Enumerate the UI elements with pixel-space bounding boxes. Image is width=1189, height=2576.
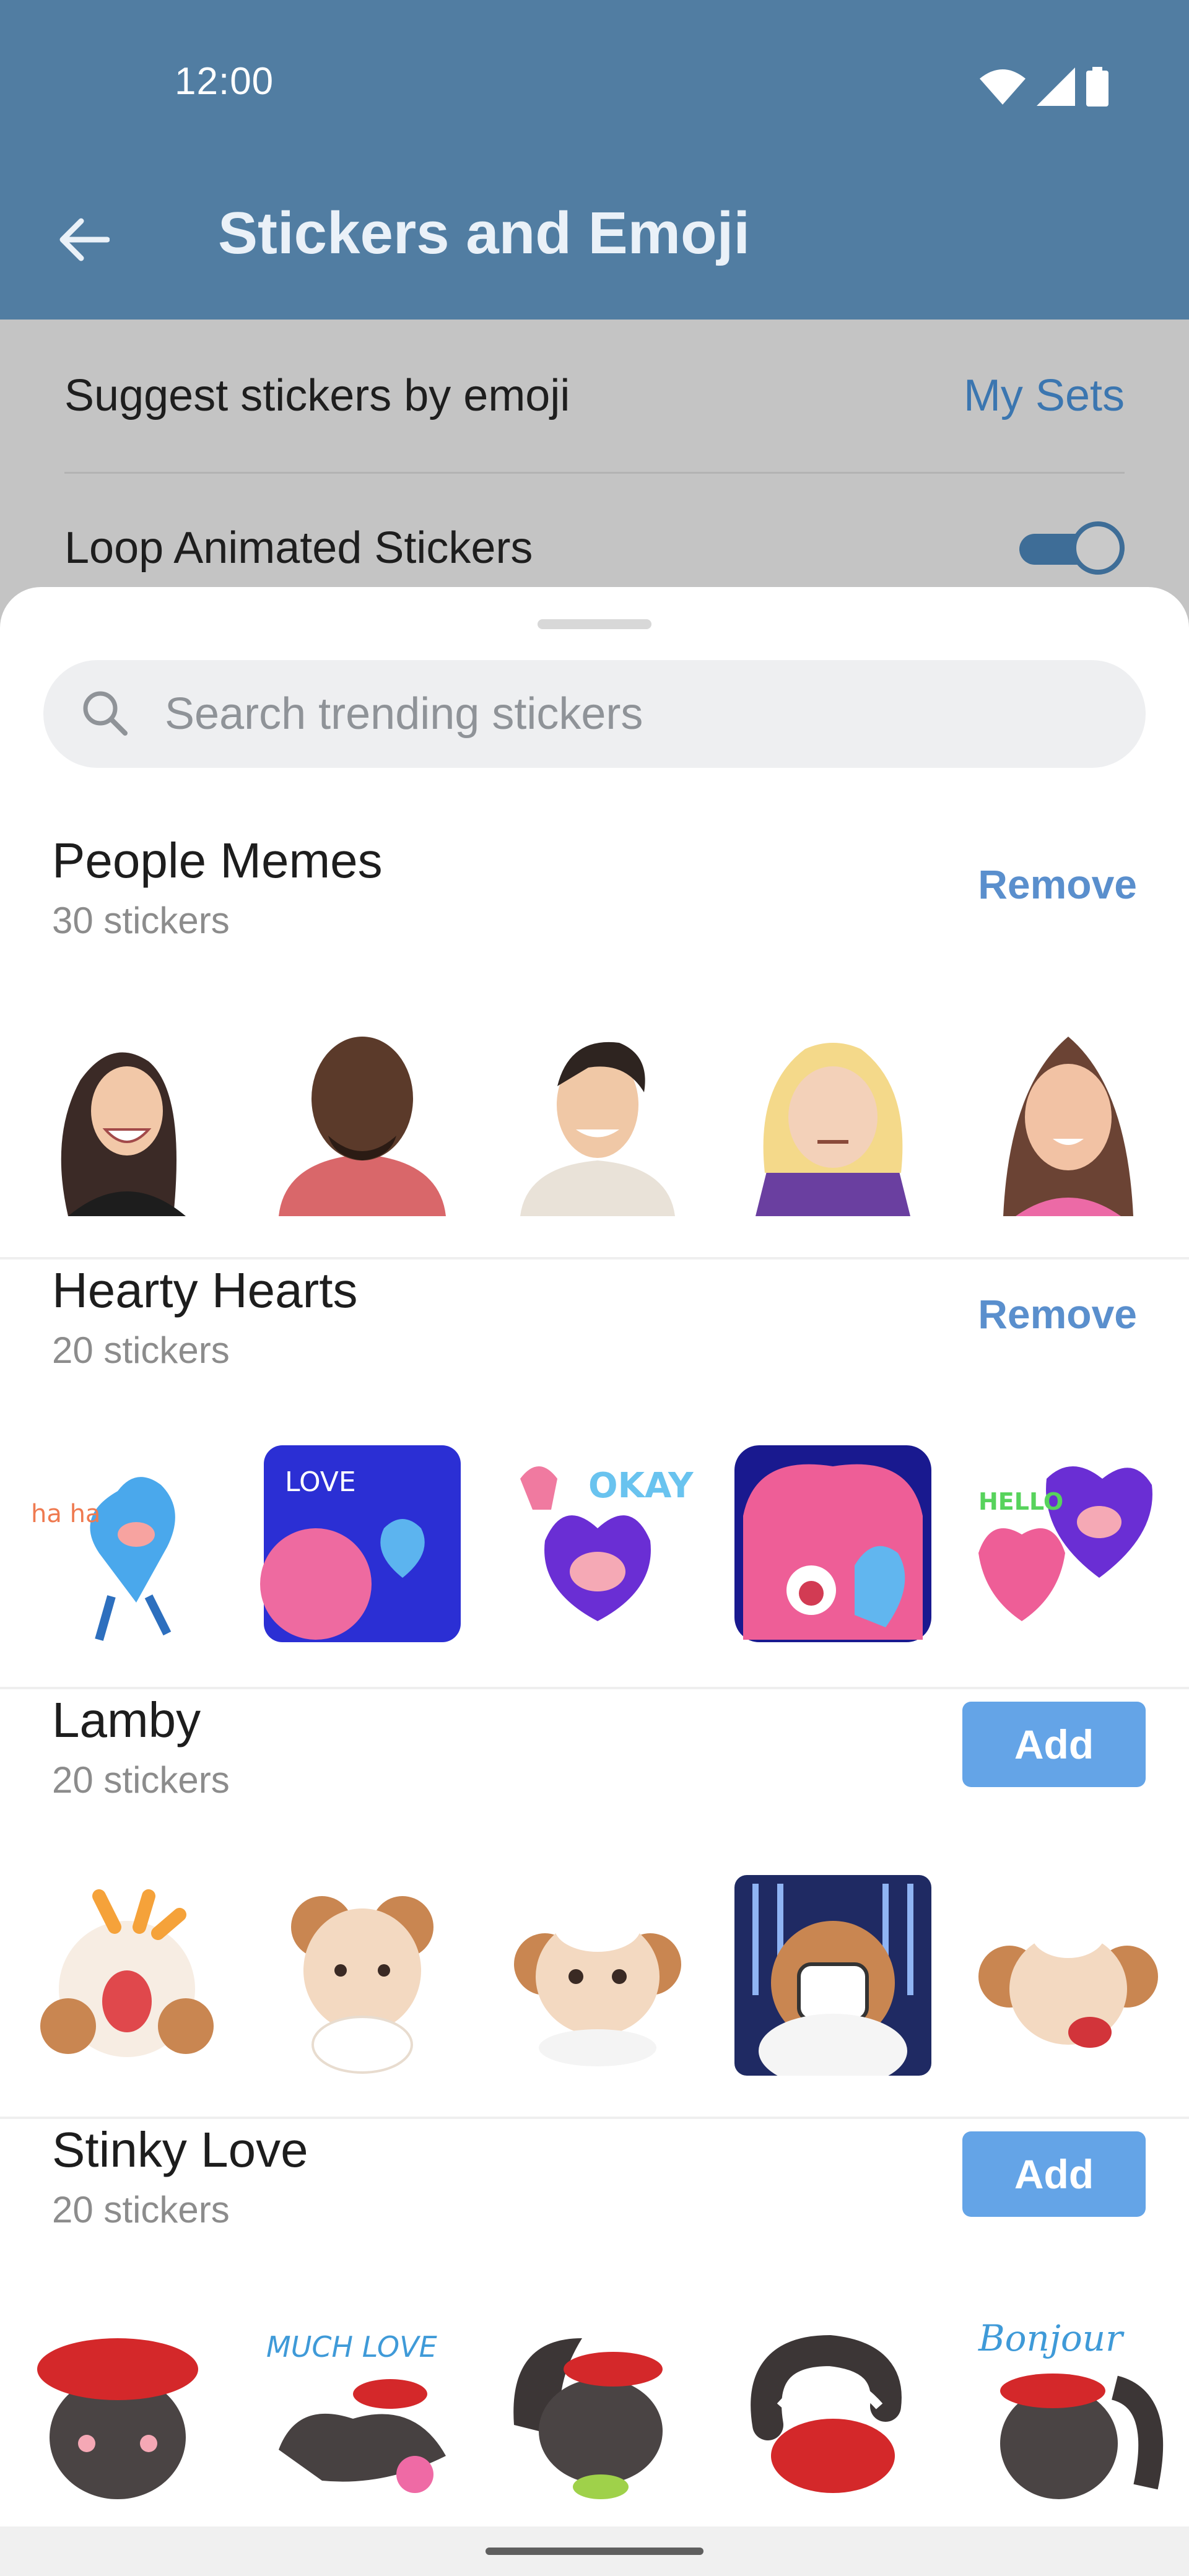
girl-waving-sticker[interactable]: [966, 1012, 1170, 1216]
skunk-beret-sticker[interactable]: [25, 2301, 229, 2505]
set-count: 20 stickers: [52, 1759, 230, 1801]
status-icons: [980, 67, 1108, 110]
set-count: 20 stickers: [52, 2189, 230, 2230]
lamb-shy-sticker[interactable]: [260, 1871, 464, 2076]
haha-text: ha ha: [31, 1500, 100, 1528]
remove-button[interactable]: Remove: [978, 861, 1137, 908]
battery-icon: [1086, 67, 1108, 110]
sticker-row: MUCH LOVE Bonjour: [0, 2301, 1189, 2512]
search-placeholder: Search trending stickers: [165, 689, 643, 739]
bald-man-sticker[interactable]: [260, 1012, 464, 1216]
blonde-girl-sticker[interactable]: [731, 1012, 935, 1216]
arrow-left-icon: [58, 217, 110, 265]
section-divider: [0, 1257, 1189, 1260]
love-hearts-sticker[interactable]: LOVE: [260, 1442, 464, 1646]
lamb-happy-sticker[interactable]: [495, 1871, 700, 2076]
sticker-row: [0, 1012, 1189, 1222]
loop-animated-label: Loop Animated Stickers: [64, 523, 533, 573]
lamb-shocked-sticker[interactable]: [731, 1871, 935, 2076]
search-icon: [78, 686, 134, 742]
page-title: Stickers and Emoji: [218, 200, 750, 266]
suggest-stickers-row[interactable]: Suggest stickers by emoji My Sets: [64, 320, 1125, 474]
my-sets-link[interactable]: My Sets: [964, 370, 1125, 421]
sheet-drag-handle[interactable]: [538, 619, 651, 629]
section-divider: [0, 2117, 1189, 2119]
navigation-bar: [0, 2526, 1189, 2576]
search-input[interactable]: Search trending stickers: [43, 660, 1146, 768]
signal-icon: [1037, 67, 1075, 109]
status-time: 12:00: [175, 60, 274, 103]
set-count: 30 stickers: [52, 900, 230, 941]
hello-hearts-sticker[interactable]: HELLO: [966, 1442, 1170, 1646]
add-button[interactable]: Add: [962, 1702, 1146, 1787]
hello-text: HELLO: [978, 1488, 1063, 1515]
app-bar: Stickers and Emoji: [0, 161, 1189, 320]
man-smiling-sticker[interactable]: [495, 1012, 700, 1216]
sticker-set-hearty-hearts: Hearty Hearts 20 stickers Remove ha ha L…: [0, 1262, 1189, 1689]
remove-button[interactable]: Remove: [978, 1290, 1137, 1338]
wifi-icon: [980, 69, 1026, 108]
woman-laughing-sticker[interactable]: [25, 1012, 229, 1216]
add-button[interactable]: Add: [962, 2131, 1146, 2217]
status-bar: 12:00: [0, 0, 1189, 161]
skunk-sleeping-sticker[interactable]: [731, 2301, 935, 2505]
much-love-text: MUCH LOVE: [266, 2330, 437, 2364]
sticker-set-people-memes: People Memes 30 stickers Remove: [0, 832, 1189, 1260]
set-title: Stinky Love: [52, 2122, 308, 2177]
settings-list: Suggest stickers by emoji My Sets Loop A…: [0, 320, 1189, 629]
skunk-much-love-sticker[interactable]: MUCH LOVE: [260, 2301, 464, 2505]
sticker-row: [0, 1871, 1189, 2082]
sticker-row: ha ha LOVE OKAY HELLO: [0, 1442, 1189, 1652]
set-title: Lamby: [52, 1692, 201, 1747]
sticker-set-lamby: Lamby 20 stickers Add: [0, 1692, 1189, 2119]
suggest-stickers-label: Suggest stickers by emoji: [64, 371, 570, 420]
okay-heart-sticker[interactable]: OKAY: [495, 1442, 700, 1646]
sticker-set-stinky-love: Stinky Love 20 stickers Add MUCH LOVE Bo…: [0, 2121, 1189, 2526]
blue-heart-laughing-sticker[interactable]: ha ha: [25, 1442, 229, 1646]
toggle-knob: [1071, 521, 1125, 575]
okay-text: OKAY: [588, 1466, 694, 1506]
section-divider: [0, 1687, 1189, 1689]
back-button[interactable]: [50, 207, 118, 275]
set-title: Hearty Hearts: [52, 1263, 358, 1318]
gesture-handle[interactable]: [486, 2548, 703, 2555]
set-count: 20 stickers: [52, 1329, 230, 1371]
skunk-laughing-sticker[interactable]: [495, 2301, 700, 2505]
skunk-bonjour-sticker[interactable]: Bonjour: [966, 2301, 1170, 2505]
loop-animated-toggle[interactable]: [1019, 521, 1125, 575]
pink-heart-crying-sticker[interactable]: [731, 1442, 935, 1646]
lamb-kiss-sticker[interactable]: [966, 1871, 1170, 2076]
trending-stickers-sheet: Search trending stickers People Memes 30…: [0, 587, 1189, 2526]
set-title: People Memes: [52, 833, 383, 888]
love-text: LOVE: [285, 1466, 356, 1498]
bonjour-text: Bonjour: [978, 2317, 1125, 2359]
lamb-crying-sticker[interactable]: [25, 1871, 229, 2076]
